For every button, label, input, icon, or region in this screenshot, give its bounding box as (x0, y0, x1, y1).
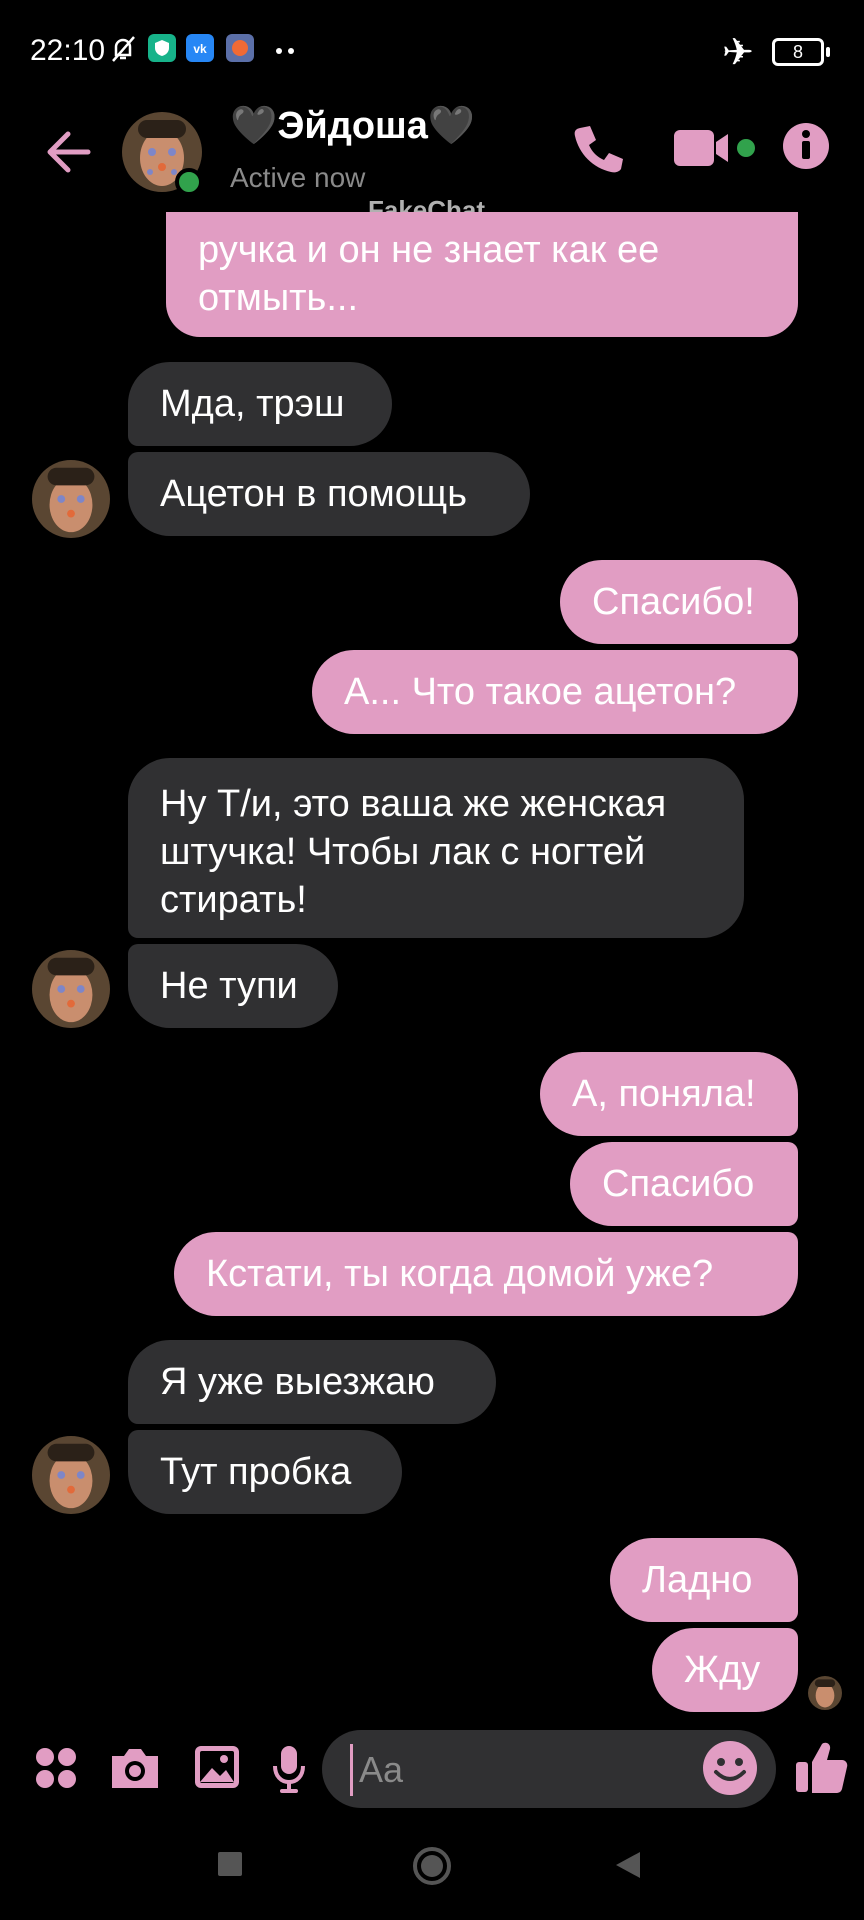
sender-avatar[interactable] (32, 460, 110, 538)
more-dots-icon (276, 48, 294, 54)
arrow-left-icon[interactable] (40, 122, 100, 182)
video-camera-icon[interactable] (672, 120, 764, 180)
message-input[interactable] (350, 1744, 701, 1796)
message-incoming[interactable]: Мда, трэш (128, 362, 392, 446)
phone-icon[interactable] (566, 120, 626, 182)
message-incoming[interactable]: Ацетон в помощь (128, 452, 530, 536)
contact-status: Active now (230, 162, 366, 193)
message-outgoing[interactable]: ручка и он не знает как ее отмыть... (166, 212, 798, 337)
back-nav-icon[interactable] (614, 1850, 644, 1880)
recent-apps-icon[interactable] (216, 1850, 244, 1878)
system-nav-bar (0, 1830, 864, 1920)
svg-text:vk: vk (193, 42, 207, 56)
sender-avatar[interactable] (32, 1436, 110, 1514)
message-outgoing[interactable]: Жду (652, 1628, 798, 1712)
message-outgoing[interactable]: Кстати, ты когда домой уже? (174, 1232, 798, 1316)
online-indicator (175, 168, 203, 196)
vk-app-icon: vk (186, 34, 214, 62)
status-bar: 22:10 vk ✈ 8 (0, 0, 864, 100)
message-outgoing[interactable]: А, поняла! (540, 1052, 798, 1136)
camera-icon[interactable] (108, 1742, 162, 1794)
info-icon[interactable] (782, 120, 830, 170)
message-input-container (322, 1730, 776, 1808)
shield-app-icon (148, 34, 176, 62)
seen-avatar (808, 1676, 842, 1710)
contact-name[interactable]: 🖤Эйдоша🖤 (230, 104, 475, 148)
message-incoming[interactable]: Тут пробка (128, 1430, 402, 1514)
emoji-icon[interactable] (700, 1738, 760, 1798)
message-outgoing[interactable]: Ладно (610, 1538, 798, 1622)
battery-indicator: 8 (772, 38, 830, 66)
message-incoming[interactable]: Ну Т/и, это ваша же женская штучка! Чтоб… (128, 758, 744, 938)
airplane-mode-icon: ✈ (722, 32, 754, 74)
app-notification-icon (226, 34, 254, 62)
thumbs-up-icon[interactable] (794, 1738, 850, 1796)
image-icon[interactable] (192, 1742, 242, 1792)
message-incoming[interactable]: Я уже выезжаю (128, 1340, 496, 1424)
sender-avatar[interactable] (32, 950, 110, 1028)
message-composer (0, 1720, 864, 1820)
bell-off-icon (112, 36, 135, 62)
message-outgoing[interactable]: А... Что такое ацетон? (312, 650, 798, 734)
home-icon[interactable] (412, 1846, 452, 1886)
message-outgoing[interactable]: Спасибо (570, 1142, 798, 1226)
apps-grid-icon[interactable] (32, 1742, 80, 1794)
microphone-icon[interactable] (270, 1742, 308, 1796)
message-outgoing[interactable]: Спасибо! (560, 560, 798, 644)
status-time: 22:10 (30, 34, 106, 67)
message-incoming[interactable]: Не тупи (128, 944, 338, 1028)
